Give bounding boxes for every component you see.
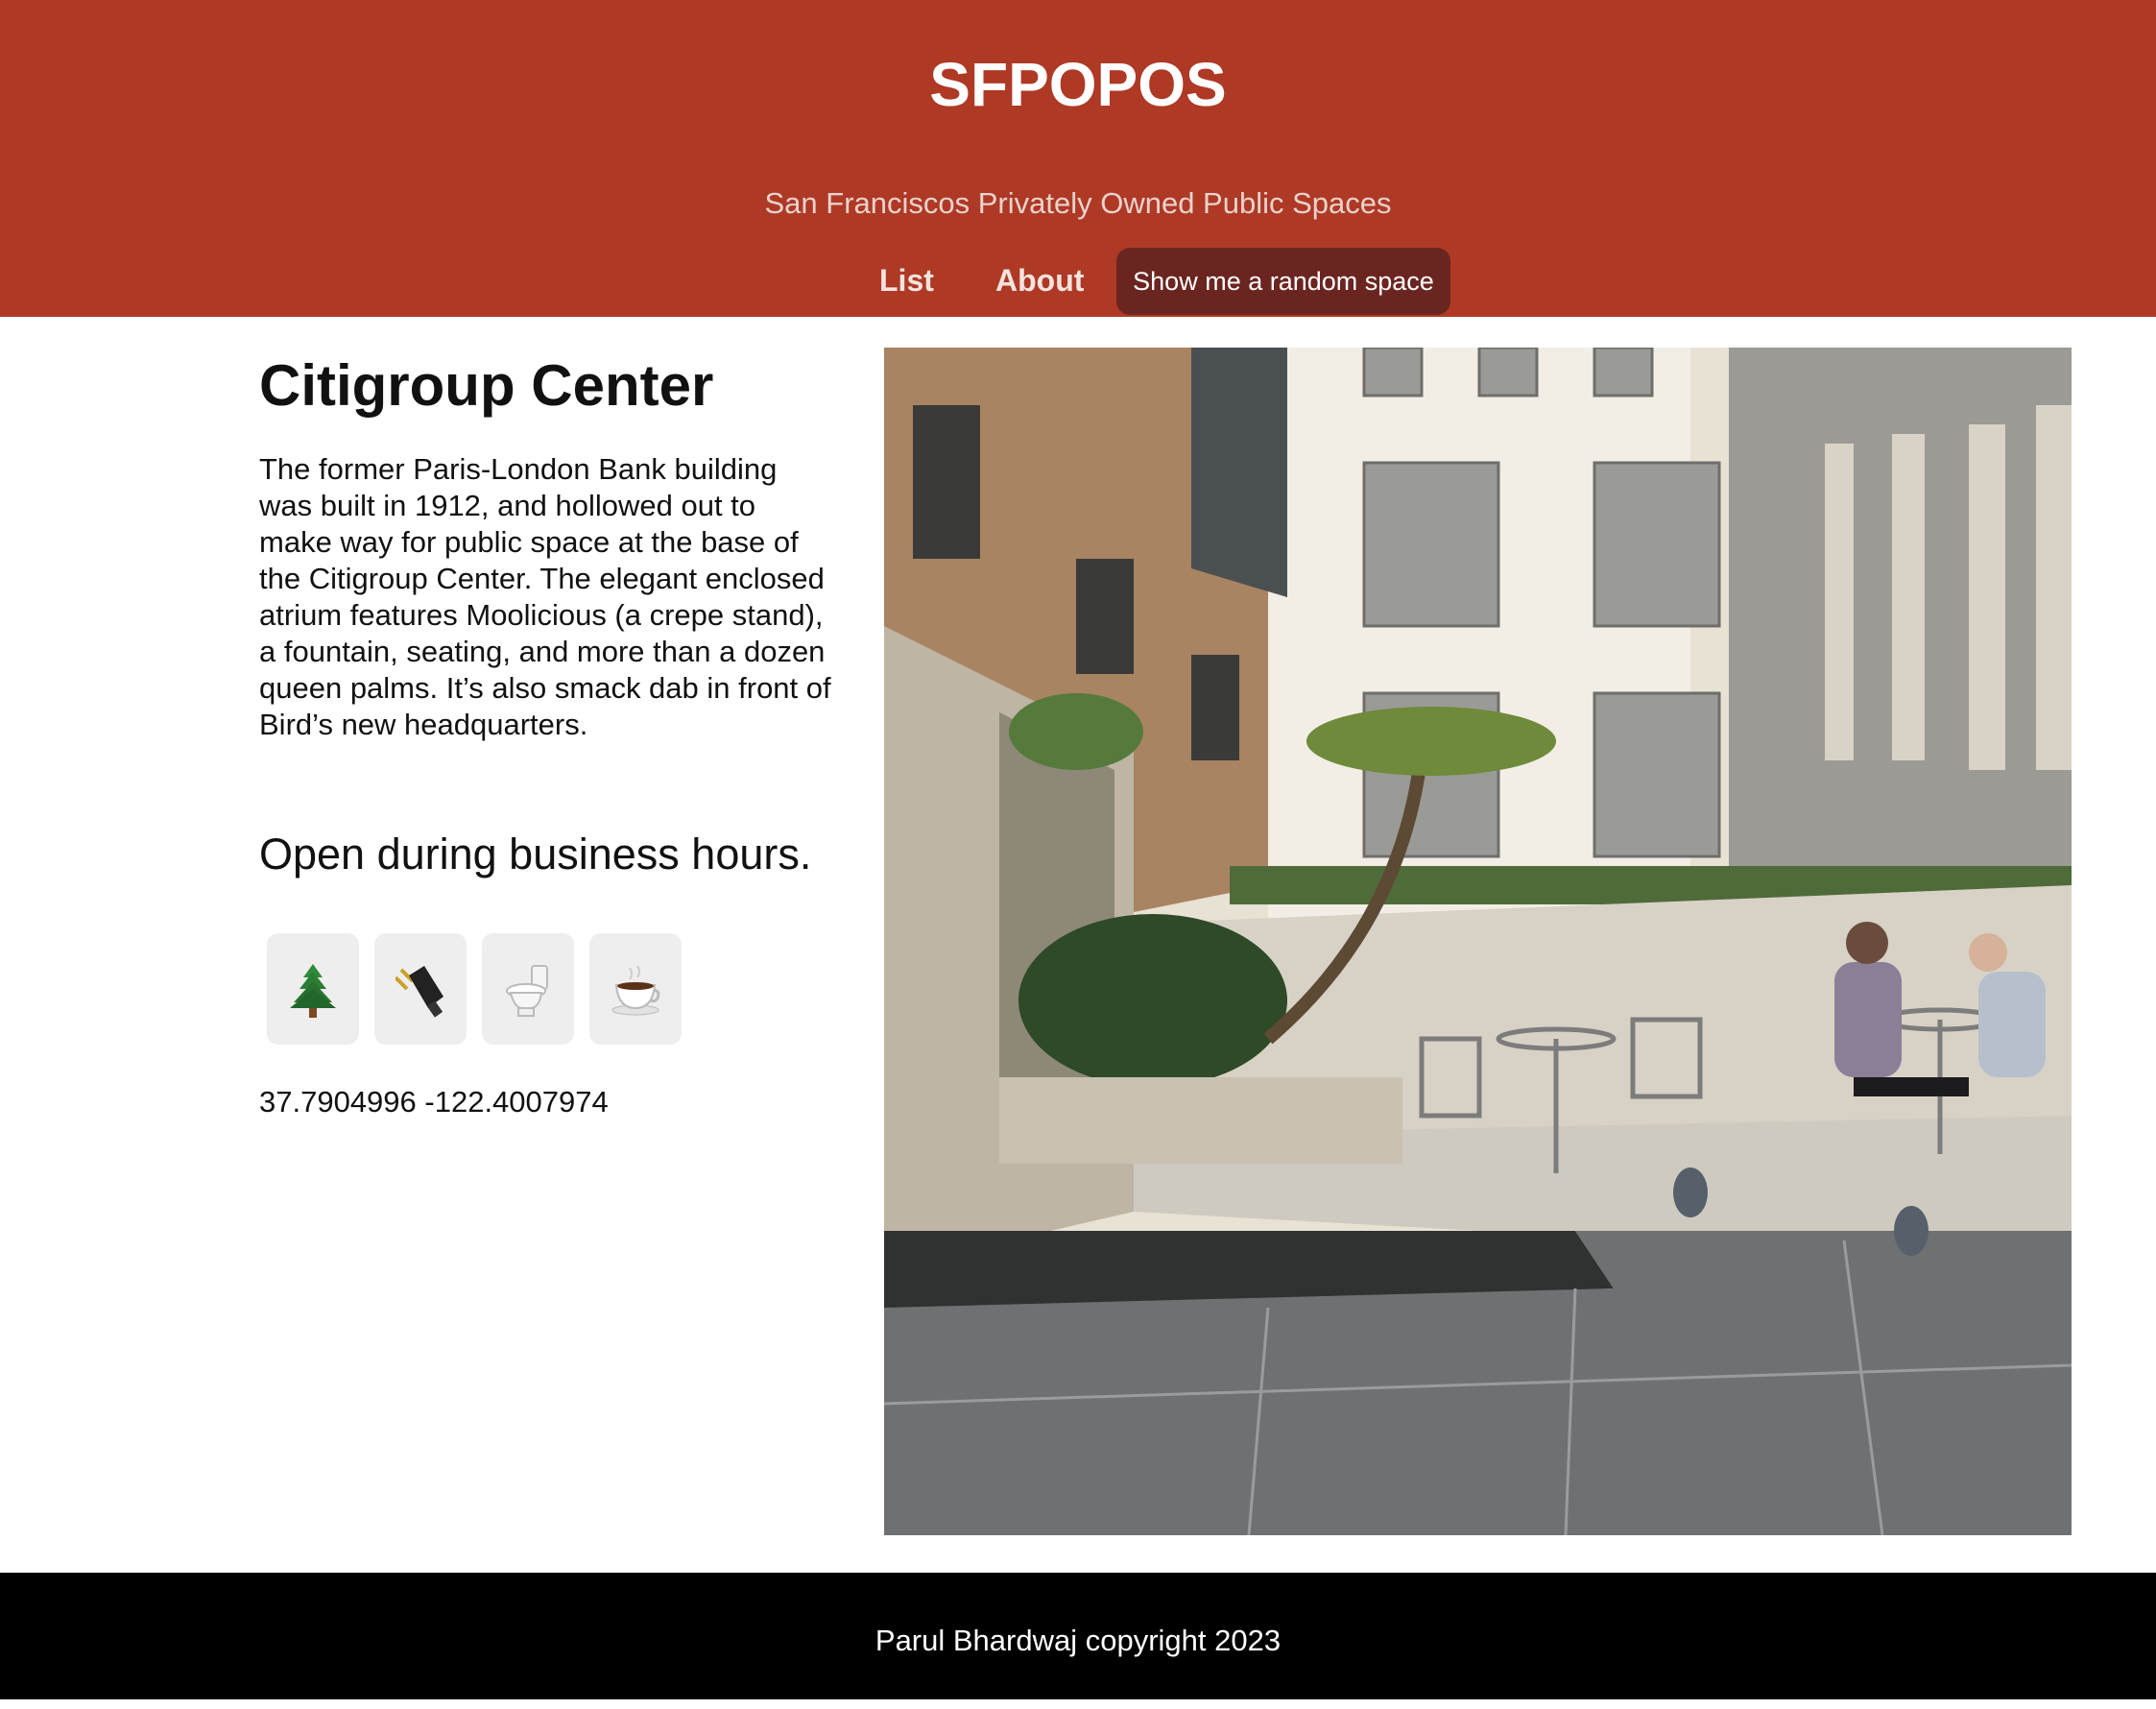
site-subtitle: San Franciscos Privately Owned Public Sp…	[764, 186, 1392, 220]
site-title[interactable]: SFPOPOS	[0, 48, 2156, 121]
space-title: Citigroup Center	[259, 353, 714, 418]
atrium-photo	[884, 348, 2072, 1535]
amenity-coffee	[589, 933, 682, 1045]
space-description: The former Paris-London Bank building wa…	[259, 452, 831, 741]
plug-icon	[395, 966, 443, 1018]
toilet-icon	[506, 965, 548, 1017]
footer-copyright: Parul Bhardwaj copyright 2023	[874, 1624, 1282, 1657]
space-coordinates: 37.7904996 -122.4007974	[259, 1085, 609, 1119]
space-hours: Open during business hours.	[259, 830, 812, 879]
nav-link-list[interactable]: List	[879, 261, 934, 300]
site-footer: Parul Bhardwaj copyright 2023	[0, 1573, 2156, 1699]
site-header: SFPOPOS San Franciscos Privately Owned P…	[0, 0, 2156, 317]
tree-icon	[290, 964, 336, 1018]
main-nav: List About Show me a random space	[0, 248, 2156, 317]
amenity-tree	[267, 933, 359, 1045]
space-photo	[884, 348, 2072, 1535]
amenity-restroom	[482, 933, 574, 1045]
random-space-button[interactable]: Show me a random space	[1116, 248, 1450, 315]
coffee-icon	[611, 965, 660, 1016]
nav-link-about[interactable]: About	[995, 261, 1084, 300]
amenity-power	[374, 933, 467, 1045]
